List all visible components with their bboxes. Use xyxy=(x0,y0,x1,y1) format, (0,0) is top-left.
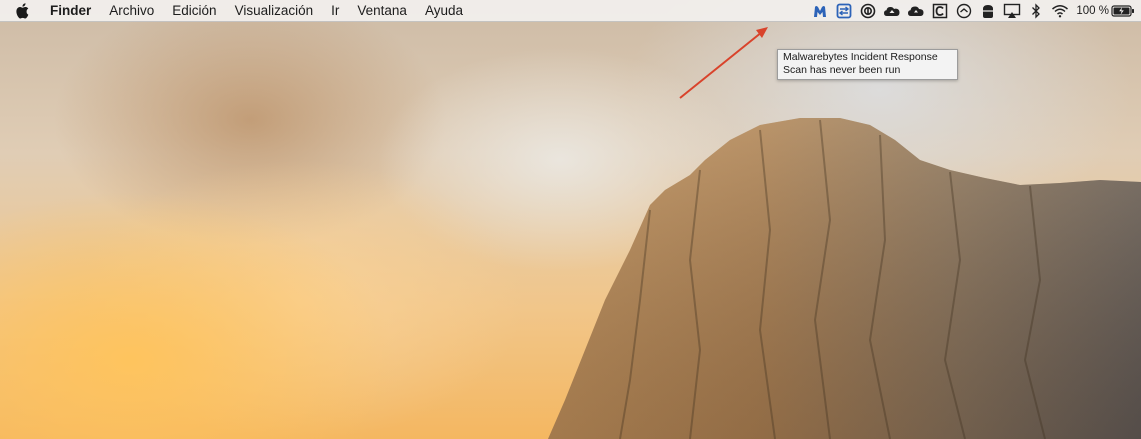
menu-ventana[interactable]: Ventana xyxy=(348,0,416,22)
status-menu-area: 100 % xyxy=(808,0,1135,22)
menu-edicion[interactable]: Edición xyxy=(163,0,225,22)
wifi-icon[interactable] xyxy=(1048,0,1072,22)
menu-ir[interactable]: Ir xyxy=(322,0,348,22)
airplay-icon[interactable] xyxy=(1000,0,1024,22)
stack-icon[interactable] xyxy=(976,0,1000,22)
battery-percentage[interactable]: 100 % xyxy=(1076,5,1109,17)
menu-bar: Finder Archivo Edición Visualización Ir … xyxy=(0,0,1141,22)
tooltip-line-2: Scan has never been run xyxy=(783,64,901,76)
menu-archivo[interactable]: Archivo xyxy=(100,0,163,22)
c-box-icon[interactable] xyxy=(928,0,952,22)
tooltip-line-1: Malwarebytes Incident Response xyxy=(783,51,938,63)
el-capitan-rock xyxy=(548,118,1141,439)
malwarebytes-icon[interactable] xyxy=(808,0,832,22)
app-menu: Finder Archivo Edición Visualización Ir … xyxy=(44,0,472,22)
screen-share-icon[interactable] xyxy=(832,0,856,22)
cloud-upload-icon[interactable] xyxy=(880,0,904,22)
sync-icon[interactable] xyxy=(952,0,976,22)
menu-ayuda[interactable]: Ayuda xyxy=(416,0,472,22)
bluetooth-icon[interactable] xyxy=(1024,0,1048,22)
apple-menu-icon[interactable] xyxy=(14,2,30,19)
battery-icon[interactable] xyxy=(1111,0,1135,22)
menu-visualizacion[interactable]: Visualización xyxy=(226,0,323,22)
menu-finder[interactable]: Finder xyxy=(44,0,100,22)
malwarebytes-tooltip: Malwarebytes Incident Response Scan has … xyxy=(777,49,958,80)
cloud-icon[interactable] xyxy=(904,0,928,22)
circle-badge-icon[interactable] xyxy=(856,0,880,22)
